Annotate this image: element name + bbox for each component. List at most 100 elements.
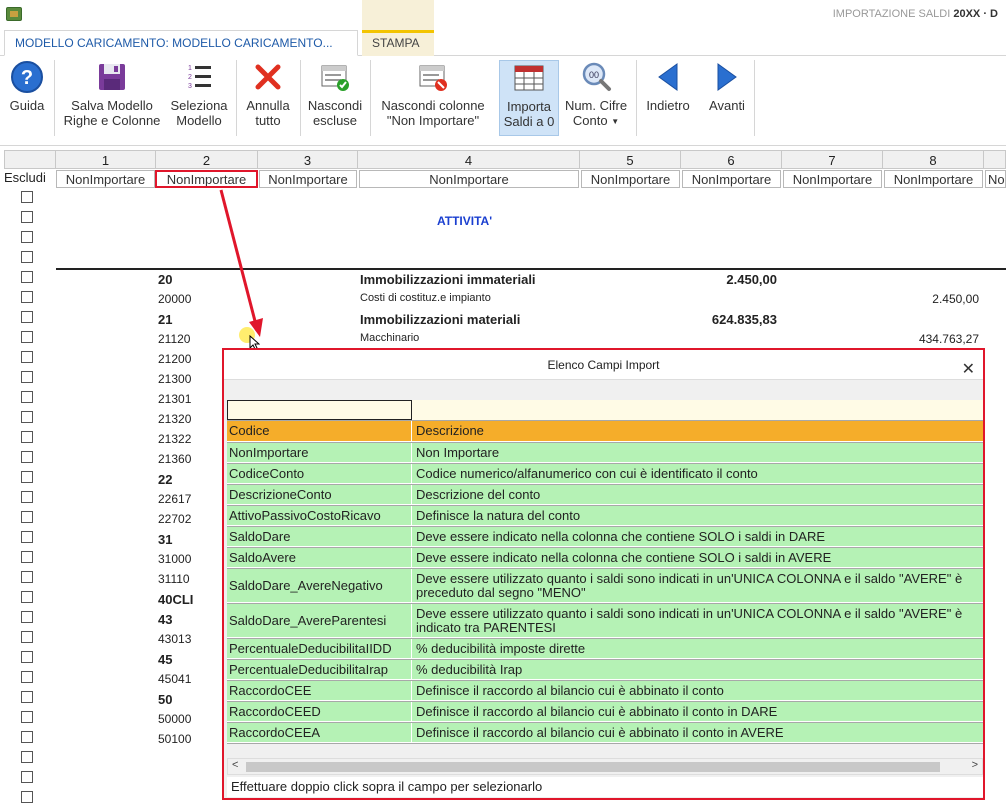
column-type-selector[interactable]: NonImportare bbox=[259, 170, 357, 188]
campo-list-item[interactable]: AttivoPassivoCostoRicavo Definisce la nat… bbox=[227, 506, 983, 526]
column-number-partial bbox=[984, 150, 1006, 169]
column-type-selector[interactable]: NonImportare bbox=[359, 170, 579, 188]
escludi-checkbox[interactable] bbox=[21, 491, 33, 503]
column-type-selector[interactable]: NonImportare bbox=[783, 170, 882, 188]
conto-code-cell: 21200 bbox=[158, 352, 192, 366]
escludi-checkbox[interactable] bbox=[21, 671, 33, 683]
escludi-checkbox[interactable] bbox=[21, 411, 33, 423]
close-icon[interactable]: ✕ bbox=[962, 355, 975, 385]
scroll-right-icon[interactable]: > bbox=[972, 759, 978, 771]
column-type-selector[interactable]: No bbox=[985, 170, 1006, 188]
seleziona-modello-button[interactable]: 1 2 3 Seleziona Modello bbox=[166, 60, 232, 136]
escludi-checkbox[interactable] bbox=[21, 611, 33, 623]
seleziona-label-2: Modello bbox=[176, 113, 222, 128]
codice-filter-input[interactable] bbox=[227, 400, 412, 420]
escludi-checkbox[interactable] bbox=[21, 551, 33, 563]
campo-list-item[interactable]: SaldoDare Deve essere indicato nella colo… bbox=[227, 527, 983, 547]
escludi-checkbox[interactable] bbox=[21, 251, 33, 263]
column-type-selector-selected[interactable]: NonImportare bbox=[155, 170, 258, 188]
escludi-checkbox[interactable] bbox=[21, 451, 33, 463]
campo-descrizione-line: Definisce il raccordo al bilancio cui è … bbox=[416, 683, 724, 698]
scroll-left-icon[interactable]: < bbox=[232, 759, 238, 771]
escludi-checkbox[interactable] bbox=[21, 731, 33, 743]
escludi-checkbox[interactable] bbox=[21, 791, 33, 803]
escludi-checkbox[interactable] bbox=[21, 271, 33, 283]
column-number: 6 bbox=[681, 150, 782, 169]
escludi-checkbox[interactable] bbox=[21, 771, 33, 783]
escludi-checkbox[interactable] bbox=[21, 511, 33, 523]
campo-codice: SaldoDare_AvereParentesi bbox=[227, 604, 412, 637]
column-type-selector[interactable]: NonImportare bbox=[682, 170, 781, 188]
escludi-checkbox[interactable] bbox=[21, 531, 33, 543]
campo-codice: NonImportare bbox=[227, 443, 412, 462]
campo-list-item[interactable]: PercentualeDeducibilitaIrap % deducibilit… bbox=[227, 660, 983, 680]
annulla-tutto-button[interactable]: Annulla tutto bbox=[240, 60, 296, 136]
escludi-checkbox[interactable] bbox=[21, 751, 33, 763]
numcifre-label-2: Conto ▼ bbox=[572, 113, 620, 128]
escludi-checkbox[interactable] bbox=[21, 631, 33, 643]
column-type-selector[interactable]: NonImportare bbox=[56, 170, 155, 188]
svg-text:3: 3 bbox=[188, 83, 192, 90]
importa-saldi-button[interactable]: Importa Saldi a 0 bbox=[499, 60, 559, 136]
stampa-tab-band bbox=[362, 0, 434, 30]
nascondi-escluse-button[interactable]: Nascondi escluse bbox=[302, 60, 368, 136]
numbered-list-icon: 1 2 3 bbox=[188, 65, 211, 90]
tab-stampa[interactable]: STAMPA bbox=[362, 30, 434, 56]
campo-list-item[interactable]: SaldoDare_AvereNegativo Deve essere utili… bbox=[227, 569, 983, 603]
escludi-checkbox[interactable] bbox=[21, 431, 33, 443]
escludi-checkbox[interactable] bbox=[21, 351, 33, 363]
scroll-thumb[interactable] bbox=[246, 762, 940, 772]
descrizione-column-header[interactable]: Descrizione bbox=[413, 421, 983, 441]
campo-descrizione-line: % deducibilità imposte dirette bbox=[416, 641, 586, 656]
escludi-checkbox[interactable] bbox=[21, 331, 33, 343]
campo-descrizione-line: Definisce la natura del conto bbox=[416, 508, 581, 523]
campo-list-item[interactable]: RaccordoCEE Definisce il raccordo al bila… bbox=[227, 681, 983, 701]
campo-codice: SaldoAvere bbox=[227, 548, 412, 567]
escludi-checkbox[interactable] bbox=[21, 711, 33, 723]
campo-list-item[interactable]: RaccordoCEEA Definisce il raccordo al bil… bbox=[227, 723, 983, 743]
num-cifre-conto-button[interactable]: 00 Num. Cifre Conto ▼ bbox=[560, 60, 632, 136]
campo-descrizione: Definisce il raccordo al bilancio cui è … bbox=[413, 723, 983, 742]
indietro-button[interactable]: Indietro bbox=[640, 60, 696, 136]
guida-button[interactable]: ? Guida bbox=[4, 60, 50, 136]
ribbon-separator bbox=[370, 60, 371, 136]
conto-code-cell: 40CLI bbox=[158, 592, 194, 607]
campo-list-item[interactable]: RaccordoCEED Definisce il raccordo al bil… bbox=[227, 702, 983, 722]
escludi-checkbox[interactable] bbox=[21, 311, 33, 323]
escludi-checkbox[interactable] bbox=[21, 651, 33, 663]
escludi-checkbox[interactable] bbox=[21, 291, 33, 303]
ribbon-toolbar: ? Guida Salva Modello Righe e Colonne 1 2… bbox=[0, 56, 1006, 146]
horizontal-scrollbar[interactable]: < > bbox=[227, 758, 983, 775]
campo-list-item[interactable]: CodiceConto Codice numerico/alfanumerico … bbox=[227, 464, 983, 484]
nascondi-colonne-button[interactable]: Nascondi colonne "Non Importare" bbox=[374, 60, 492, 136]
campo-list-item[interactable]: NonImportare Non Importare bbox=[227, 443, 983, 463]
codice-column-header[interactable]: Codice bbox=[227, 421, 412, 441]
escludi-checkbox[interactable] bbox=[21, 691, 33, 703]
column-type-selector[interactable]: NonImportare bbox=[884, 170, 983, 188]
avanti-button[interactable]: Avanti bbox=[700, 60, 754, 136]
conto-code-cell: 22702 bbox=[158, 512, 192, 526]
campo-list-item[interactable]: SaldoDare_AvereParentesi Deve essere util… bbox=[227, 604, 983, 638]
escludi-checkbox[interactable] bbox=[21, 231, 33, 243]
ribbon-separator bbox=[236, 60, 237, 136]
campo-descrizione-line: Deve essere utilizzato quanto i saldi so… bbox=[416, 606, 963, 621]
escludi-checkbox[interactable] bbox=[21, 191, 33, 203]
salva-modello-button[interactable]: Salva Modello Righe e Colonne bbox=[58, 60, 166, 136]
app-icon bbox=[6, 7, 22, 21]
campo-list-item[interactable]: DescrizioneConto Descrizione del conto bbox=[227, 485, 983, 505]
campo-descrizione-line: Deve essere indicato nella colonna che c… bbox=[416, 529, 826, 544]
column-type-selector[interactable]: NonImportare bbox=[581, 170, 680, 188]
descrizione-filter-input[interactable] bbox=[413, 400, 983, 420]
escludi-checkbox[interactable] bbox=[21, 571, 33, 583]
escludi-checkbox[interactable] bbox=[21, 391, 33, 403]
escludi-checkbox[interactable] bbox=[21, 211, 33, 223]
escludi-checkbox[interactable] bbox=[21, 471, 33, 483]
campo-list-item[interactable]: PercentualeDeducibilitaIIDD % deducibilit… bbox=[227, 639, 983, 659]
hide-rows-icon bbox=[321, 65, 349, 91]
tab-modello-caricamento[interactable]: MODELLO CARICAMENTO: MODELLO CARICAMENTO… bbox=[4, 30, 358, 56]
escludi-checkbox[interactable] bbox=[21, 591, 33, 603]
annulla-label-2: tutto bbox=[255, 113, 281, 128]
campo-list-item[interactable]: SaldoAvere Deve essere indicato nella col… bbox=[227, 548, 983, 568]
escludi-checkbox[interactable] bbox=[21, 371, 33, 383]
conto-desc-cell: Immobilizzazioni immateriali bbox=[360, 272, 536, 287]
